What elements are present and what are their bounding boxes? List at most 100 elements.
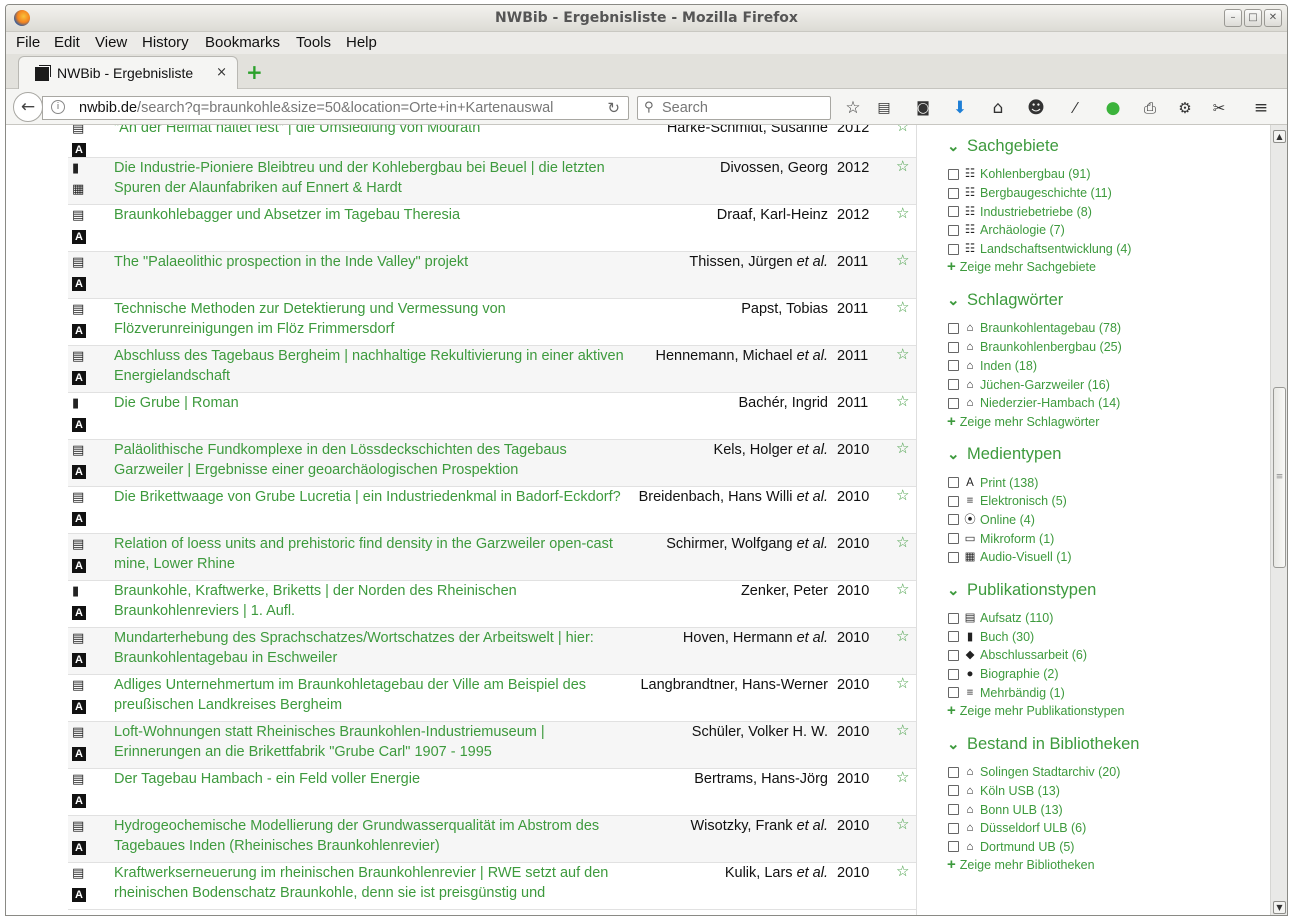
facet-checkbox[interactable] — [948, 649, 959, 661]
star-icon[interactable]: ☆ — [896, 815, 909, 833]
star-icon[interactable]: ☆ — [896, 345, 909, 363]
search-input[interactable]: ⚲ Search — [637, 96, 831, 120]
menu-edit[interactable]: Edit — [54, 34, 80, 51]
facet-checkbox[interactable] — [948, 785, 959, 797]
facet-item[interactable]: ● Biographie (2) — [947, 665, 1270, 684]
star-icon[interactable]: ☆ — [896, 533, 909, 551]
facet-checkbox[interactable] — [948, 379, 959, 391]
star-icon[interactable]: ☆ — [896, 768, 909, 786]
tools-icon[interactable]: ✂ — [1208, 98, 1230, 118]
star-icon[interactable]: ☆ — [896, 580, 909, 598]
result-title-link[interactable]: Braunkohlebagger und Absetzer im Tagebau… — [114, 205, 624, 225]
show-more-link[interactable]: + Zeige mehr Bibliotheken — [947, 856, 1270, 875]
show-more-link[interactable]: + Zeige mehr Schlagwörter — [947, 413, 1270, 432]
facet-checkbox[interactable] — [948, 397, 959, 409]
result-title-link[interactable]: Braunkohle, Kraftwerke, Briketts | der N… — [114, 581, 624, 621]
result-title-link[interactable]: Adliges Unternehmertum im Braunkohletage… — [114, 675, 624, 715]
facet-item[interactable]: ⌂ Düsseldorf ULB (6) — [947, 819, 1270, 838]
home-icon[interactable]: ⌂ — [987, 98, 1009, 118]
pocket-icon[interactable]: ◙ — [912, 98, 934, 118]
reload-icon[interactable]: ↻ — [607, 99, 620, 117]
result-title-link[interactable]: The "Palaeolithic prospection in the Ind… — [114, 252, 624, 272]
back-button[interactable]: ← — [13, 92, 43, 122]
facet-item[interactable]: ◆ Abschlussarbeit (6) — [947, 646, 1270, 665]
facet-checkbox[interactable] — [948, 841, 959, 853]
facet-checkbox[interactable] — [948, 168, 959, 180]
facet-checkbox[interactable] — [948, 495, 959, 507]
result-title-link[interactable]: Der Tagebau Hambach - ein Feld voller En… — [114, 769, 624, 789]
facet-item[interactable]: ⌂ Niederzier-Hambach (14) — [947, 394, 1270, 413]
facet-item[interactable]: ⌂ Dortmund UB (5) — [947, 838, 1270, 857]
result-title-link[interactable]: Die Grube | Roman — [114, 393, 624, 413]
facet-checkbox[interactable] — [948, 551, 959, 563]
result-title-link[interactable]: Mundarterhebung des Sprachschatzes/Worts… — [114, 628, 624, 668]
facet-item[interactable]: ⌂ Solingen Stadtarchiv (20) — [947, 763, 1270, 782]
star-icon[interactable]: ☆ — [896, 204, 909, 222]
star-icon[interactable]: ☆ — [896, 439, 909, 457]
star-icon[interactable]: ☆ — [896, 157, 909, 175]
new-tab-button[interactable]: + — [246, 62, 263, 82]
facet-checkbox[interactable] — [948, 668, 959, 680]
facet-heading[interactable]: ⌄ Medientypen — [947, 445, 1270, 467]
facet-item[interactable]: ⌂ Bonn ULB (13) — [947, 800, 1270, 819]
star-icon[interactable]: ☆ — [896, 125, 909, 135]
star-icon[interactable]: ☆ — [896, 674, 909, 692]
menu-help[interactable]: Help — [346, 34, 377, 51]
facet-item[interactable]: ▦ Audio-Visuell (1) — [947, 548, 1270, 567]
menu-history[interactable]: History — [142, 34, 189, 51]
menu-bookmarks[interactable]: Bookmarks — [205, 34, 280, 51]
facet-checkbox[interactable] — [948, 533, 959, 545]
result-title-link[interactable]: Abschluss des Tagebaus Bergheim | nachha… — [114, 346, 624, 386]
star-icon[interactable]: ☆ — [896, 486, 909, 504]
result-title-link[interactable]: Paläolithische Fundkomplexe in den Lössd… — [114, 440, 624, 480]
facet-item[interactable]: ☷ Kohlenbergbau (91) — [947, 165, 1270, 184]
facet-item[interactable]: ☷ Landschaftsentwicklung (4) — [947, 240, 1270, 259]
result-title-link[interactable]: Die Brikettwaage von Grube Lucretia | ei… — [114, 487, 624, 507]
menu-view[interactable]: View — [95, 34, 127, 51]
scrollbar-thumb[interactable]: ≡ — [1273, 387, 1286, 568]
star-icon[interactable]: ☆ — [896, 251, 909, 269]
star-icon[interactable]: ☆ — [896, 627, 909, 645]
info-icon[interactable]: i — [51, 100, 65, 114]
facet-item[interactable]: ⦿ Online (4) — [947, 511, 1270, 530]
facet-item[interactable]: ⌂ Braunkohlentagebau (78) — [947, 319, 1270, 338]
facet-checkbox[interactable] — [948, 477, 959, 489]
scrollbar[interactable]: ▲ ≡ ▼ — [1270, 125, 1287, 915]
reading-list-icon[interactable]: ▤ — [873, 98, 895, 118]
result-title-link[interactable]: Hydrogeochemische Modellierung der Grund… — [114, 816, 624, 856]
facet-item[interactable]: ☷ Bergbaugeschichte (11) — [947, 184, 1270, 203]
facet-checkbox[interactable] — [948, 243, 959, 255]
green-dot-icon[interactable]: ● — [1102, 98, 1124, 118]
facet-heading[interactable]: ⌄ Bestand in Bibliotheken — [947, 735, 1270, 757]
star-icon[interactable]: ☆ — [896, 862, 909, 880]
facet-item[interactable]: ▤ Aufsatz (110) — [947, 609, 1270, 628]
facet-checkbox[interactable] — [948, 224, 959, 236]
result-title-link[interactable]: Technische Methoden zur Detektierung und… — [114, 299, 624, 339]
close-window-button[interactable]: ✕ — [1264, 9, 1282, 27]
hamburger-menu-icon[interactable]: ≡ — [1250, 98, 1272, 118]
facet-heading[interactable]: ⌄ Schlagwörter — [947, 291, 1270, 313]
result-title-link[interactable]: Loft-Wohnungen statt Rheinisches Braunko… — [114, 722, 624, 762]
star-icon[interactable]: ☆ — [896, 298, 909, 316]
star-icon[interactable]: ☆ — [896, 392, 909, 410]
url-bar[interactable]: i nwbib.de/search?q=braunkohle&size=50&l… — [42, 96, 629, 120]
facet-item[interactable]: ▭ Mikroform (1) — [947, 529, 1270, 548]
facet-checkbox[interactable] — [948, 322, 959, 334]
url-text[interactable]: nwbib.de/search?q=braunkohle&size=50&loc… — [79, 100, 575, 116]
facet-item[interactable]: ⌂ Braunkohlenbergbau (25) — [947, 338, 1270, 357]
downloads-icon[interactable]: ⬇ — [949, 98, 971, 118]
facet-checkbox[interactable] — [948, 804, 959, 816]
menu-tools[interactable]: Tools — [296, 34, 331, 51]
facet-checkbox[interactable] — [948, 631, 959, 643]
result-title-link[interactable]: Die Industrie-Pioniere Bleibtreu und der… — [114, 158, 624, 198]
smiley-icon[interactable]: ☻ — [1025, 98, 1047, 118]
facet-checkbox[interactable] — [948, 341, 959, 353]
facet-item[interactable]: ≡ Elektronisch (5) — [947, 492, 1270, 511]
scroll-down-icon[interactable]: ▼ — [1273, 901, 1286, 914]
facet-item[interactable]: ☷ Archäologie (7) — [947, 221, 1270, 240]
facet-item[interactable]: ≡ Mehrbändig (1) — [947, 683, 1270, 702]
bookmark-star-icon[interactable]: ☆ — [842, 98, 864, 118]
show-more-link[interactable]: + Zeige mehr Publikationstypen — [947, 702, 1270, 721]
facet-item[interactable]: ▮ Buch (30) — [947, 627, 1270, 646]
facet-checkbox[interactable] — [948, 687, 959, 699]
